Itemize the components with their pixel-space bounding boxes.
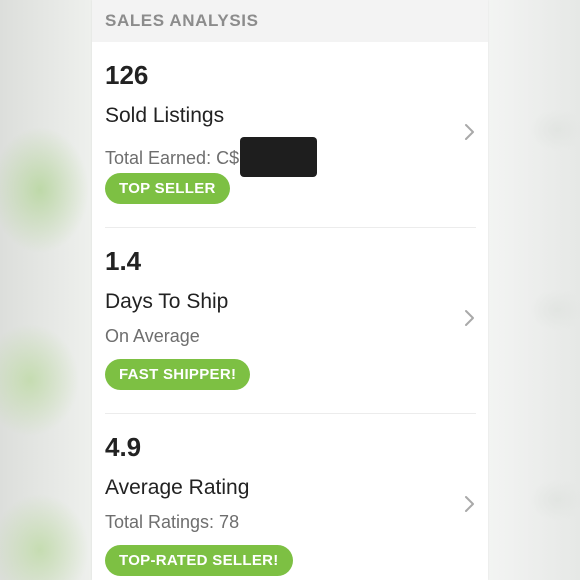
sales-analysis-panel: SALES ANALYSIS 126 Sold Listings Total E… — [92, 0, 488, 580]
section-header: SALES ANALYSIS — [92, 0, 488, 42]
stat-subtitle: Total Ratings: 78 — [105, 512, 239, 533]
stat-subtitle: Total Earned: C$ — [105, 137, 318, 177]
top-rated-seller-badge: TOP-RATED SELLER! — [105, 545, 293, 576]
stat-row-days-to-ship[interactable]: 1.4 Days To Ship On Average FAST SHIPPER… — [105, 228, 476, 414]
stat-value: 126 — [105, 60, 149, 90]
stat-title: Average Rating — [105, 476, 250, 499]
stat-title: Days To Ship — [105, 290, 229, 313]
top-seller-badge: TOP SELLER — [105, 173, 230, 204]
fast-shipper-badge: FAST SHIPPER! — [105, 359, 251, 390]
redacted-amount — [240, 137, 318, 177]
stat-subtitle-text: Total Earned: C$ — [105, 148, 240, 168]
stat-value: 4.9 — [105, 432, 142, 462]
stat-subtitle-text: Total Ratings: 78 — [105, 512, 240, 532]
section-title: SALES ANALYSIS — [105, 11, 259, 30]
stat-row-average-rating[interactable]: 4.9 Average Rating Total Ratings: 78 TOP… — [105, 414, 476, 580]
chevron-right-icon — [465, 124, 474, 140]
stat-subtitle-text: On Average — [105, 326, 200, 346]
stat-subtitle: On Average — [105, 326, 200, 347]
stat-value: 1.4 — [105, 246, 142, 276]
chevron-right-icon — [465, 310, 474, 326]
background-left — [0, 0, 92, 580]
chevron-right-icon — [465, 496, 474, 512]
stat-title: Sold Listings — [105, 104, 225, 127]
background-right — [488, 0, 580, 580]
stat-row-sold-listings[interactable]: 126 Sold Listings Total Earned: C$ TOP S… — [105, 42, 476, 228]
